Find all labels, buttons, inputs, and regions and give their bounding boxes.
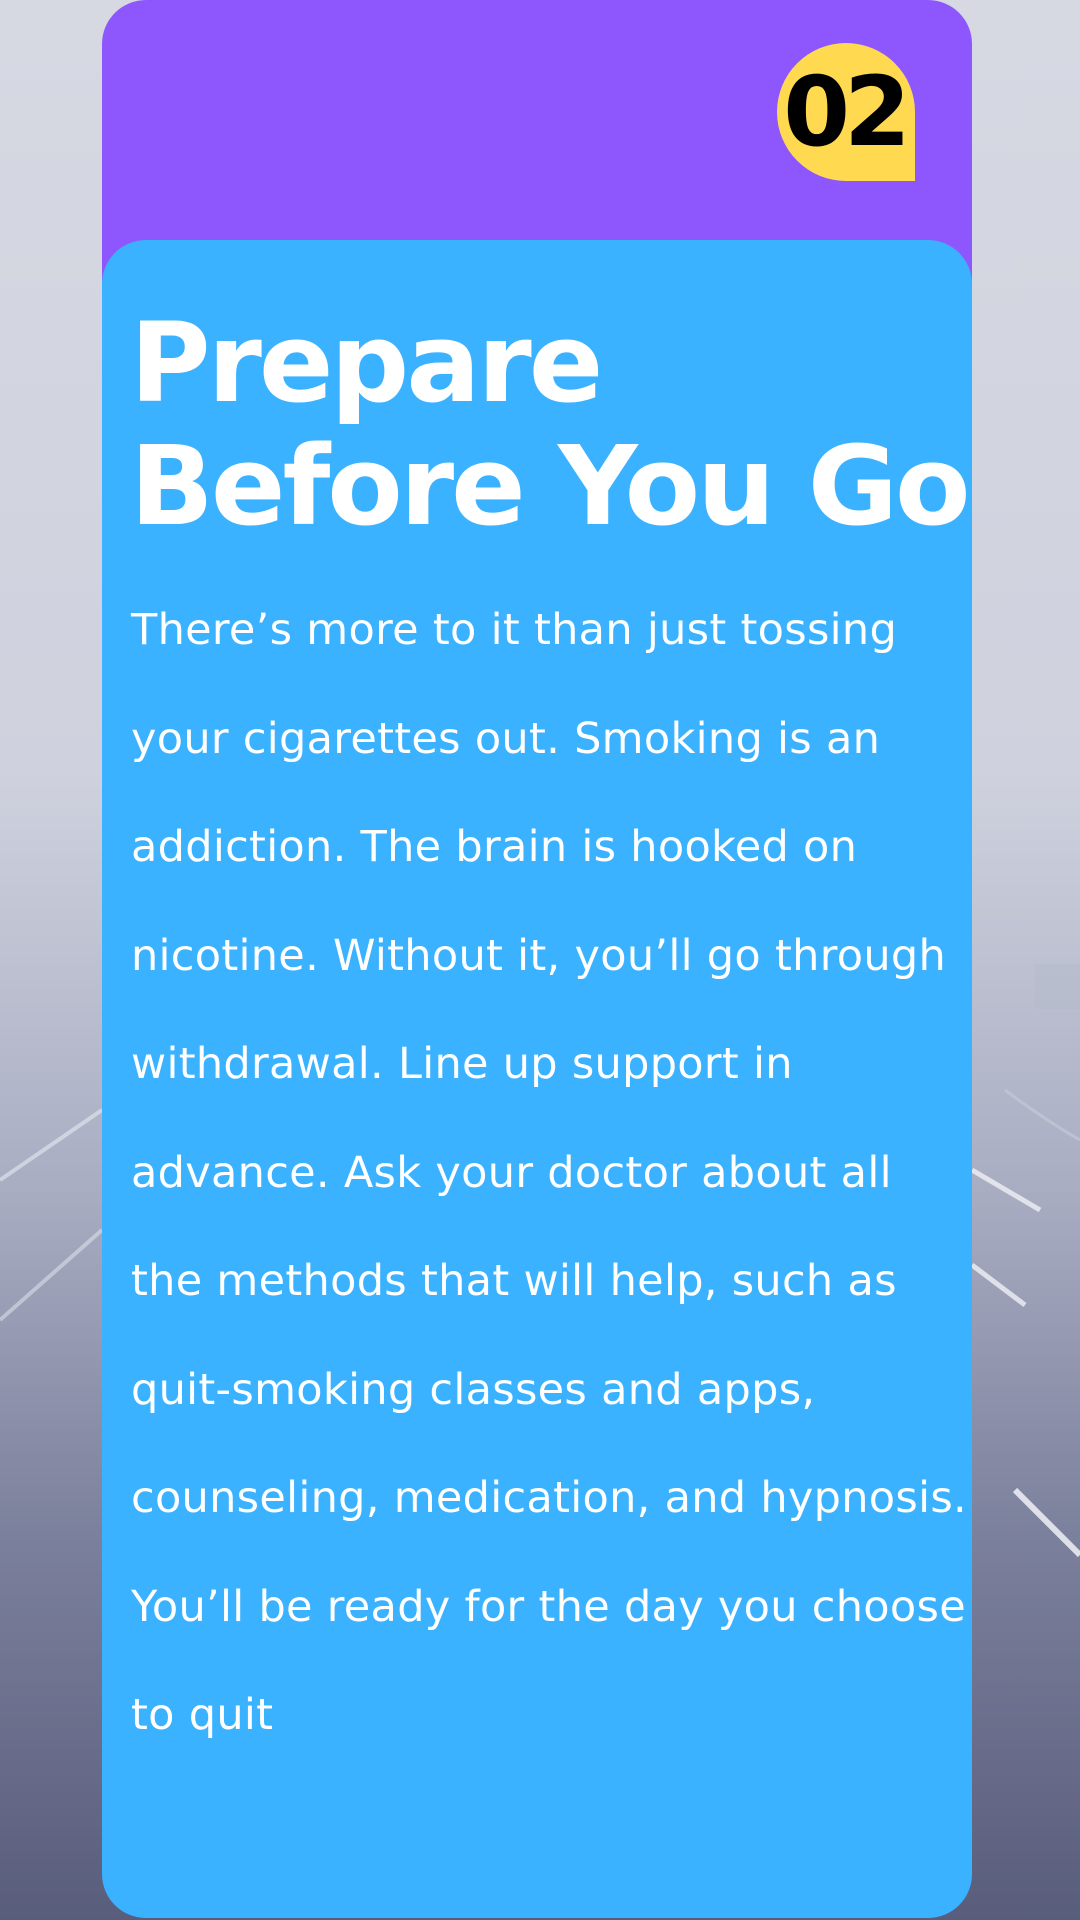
body-paragraph: There’s more to it than just tossing you… [131,605,968,1740]
title-line-2: Before You Go [130,422,971,550]
page-title: Prepare Before You Go [130,299,971,550]
step-number-badge: 02 [777,43,915,181]
step-number: 02 [783,56,911,168]
title-line-1: Prepare [130,299,603,427]
